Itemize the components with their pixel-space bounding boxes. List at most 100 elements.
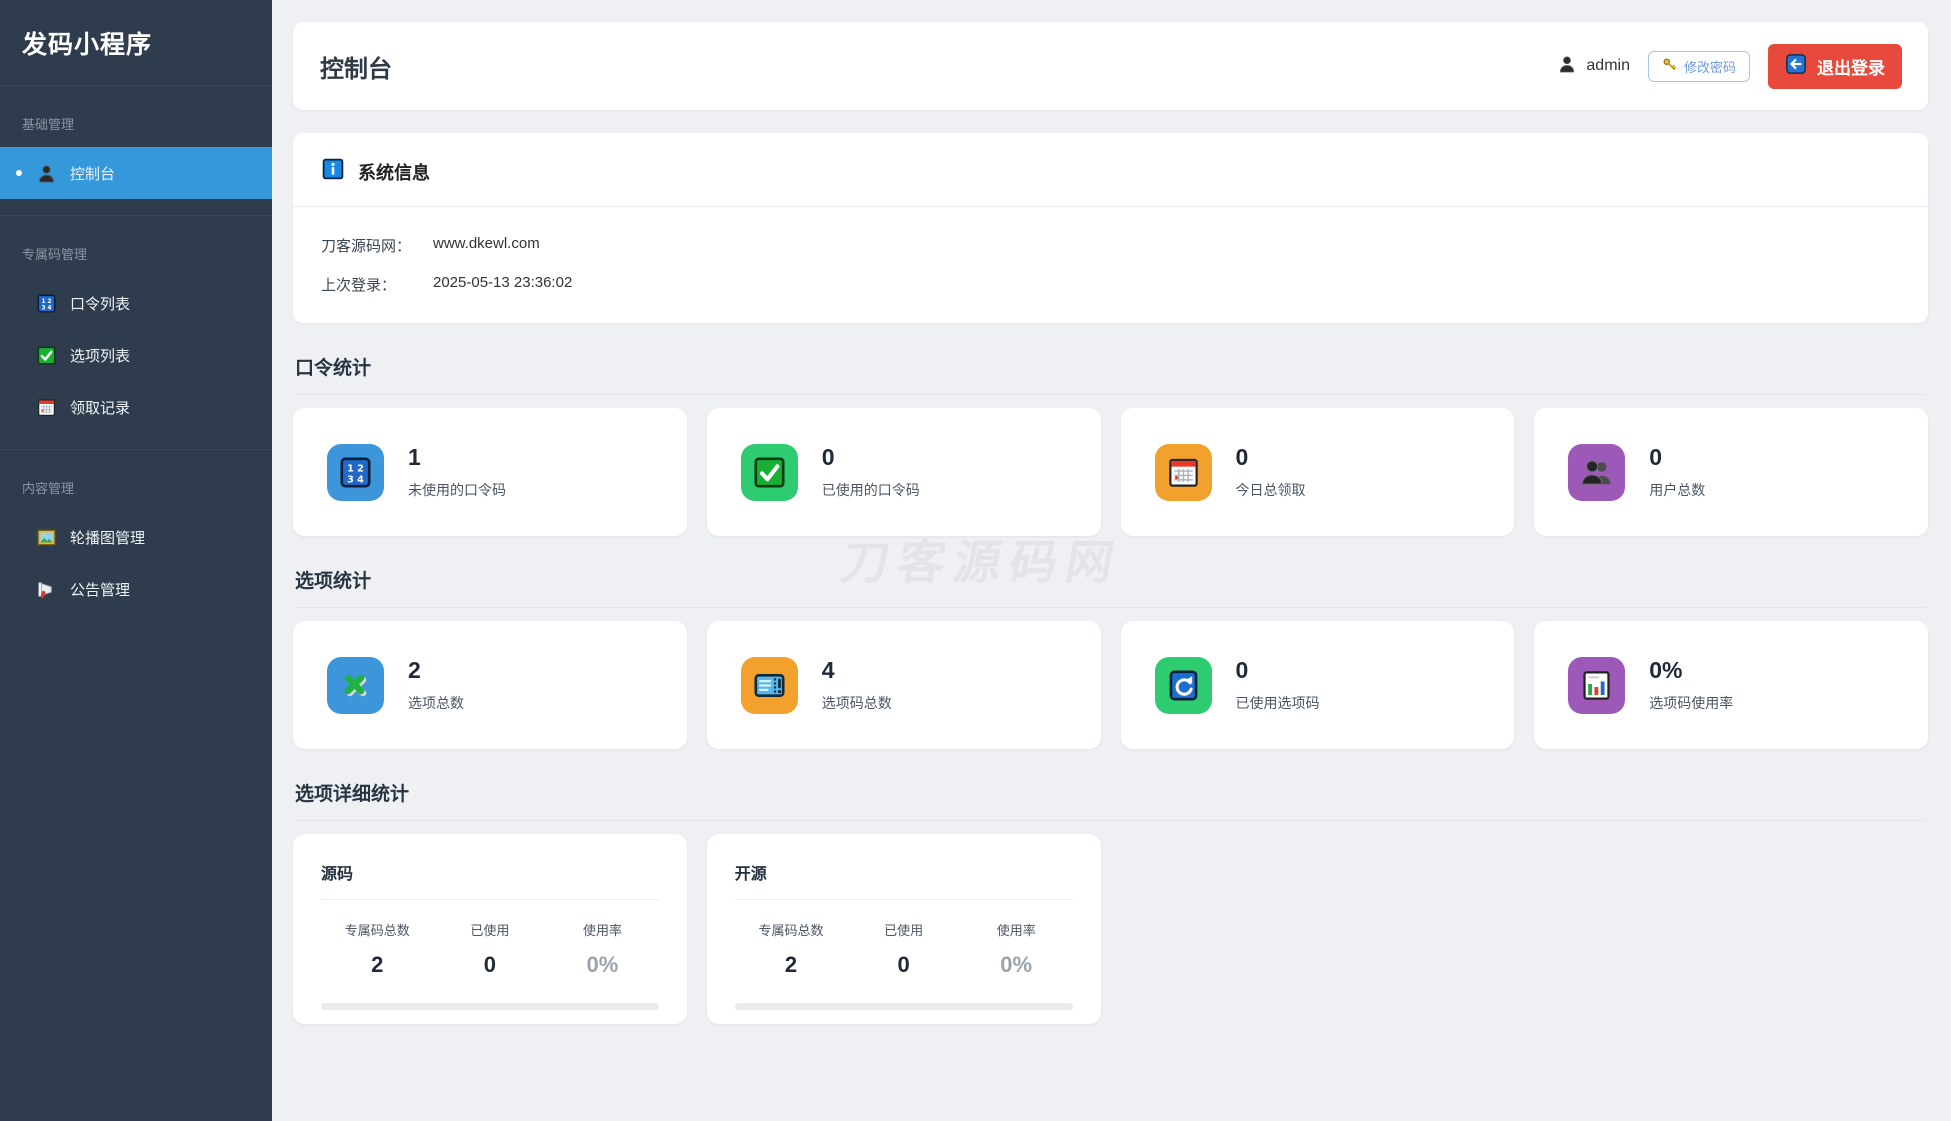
detail-col-total: 专属码总数 2	[321, 920, 434, 978]
sidebar-item-label: 公告管理	[70, 581, 131, 599]
sidebar-item-claim-records[interactable]: 领取记录	[0, 381, 272, 433]
app-title: 发码小程序	[0, 0, 272, 86]
stat-value: 4	[821, 657, 835, 683]
system-info-title: 系统信息	[358, 162, 430, 183]
nav-group-label: 内容管理	[22, 481, 75, 496]
detail-col-label: 已使用	[884, 923, 924, 938]
stat-card-used-option-codes: 0 已使用选项码	[1120, 621, 1515, 749]
username: admin	[1586, 57, 1630, 74]
stat-label: 已使用的口令码	[821, 482, 920, 498]
usage-progress-bar	[734, 1003, 1073, 1010]
stat-text: 1 未使用的口令码	[408, 444, 506, 500]
detail-col-label: 专属码总数	[344, 923, 410, 938]
change-password-button[interactable]: 修改密码	[1647, 50, 1750, 82]
sidebar-item-label: 口令列表	[70, 295, 131, 313]
stat-value: 0	[821, 444, 835, 470]
info-value: www.dkewl.com	[433, 235, 540, 252]
info-icon	[321, 157, 345, 186]
info-row-site: 刀客源码网： www.dkewl.com	[321, 235, 1900, 256]
detail-col-value: 0	[483, 952, 496, 977]
logout-button[interactable]: 退出登录	[1768, 43, 1902, 89]
calendar-icon	[36, 397, 57, 418]
nav-group-codes: 专属码管理 1 23 4 口令列表 选项列表 领取记录	[0, 216, 272, 450]
password-stats-grid: 1 23 4 1 未使用的口令码 0 已使用的口令码 0 今日总领取 0 用户总…	[293, 408, 1928, 536]
change-password-label: 修改密码	[1683, 59, 1736, 75]
sidebar-item-label: 控制台	[70, 165, 116, 183]
stat-card-used-codes: 0 已使用的口令码	[706, 408, 1101, 536]
header-actions: admin 修改密码 退出登录	[1557, 43, 1902, 89]
stat-card-option-usage-rate: 0% 选项码使用率	[1534, 621, 1928, 749]
stat-value: 0	[1235, 444, 1249, 470]
refresh-icon	[1154, 656, 1212, 714]
section-title-password-stats: 口令统计	[295, 353, 1926, 395]
input-numbers-icon: 1 23 4	[36, 293, 57, 314]
stat-card-unused-codes: 1 23 4 1 未使用的口令码	[293, 408, 687, 536]
stat-text: 0 已使用的口令码	[822, 444, 920, 500]
detail-columns: 专属码总数 2 已使用 0 使用率 0%	[735, 920, 1073, 978]
stat-text: 2 选项总数	[408, 657, 464, 713]
detail-col-value: 2	[784, 952, 798, 977]
nav-group-content: 内容管理 轮播图管理 公告管理	[0, 450, 272, 631]
stat-value: 1	[408, 444, 421, 470]
detail-col-value: 2	[371, 952, 384, 977]
stat-text: 0 已使用选项码	[1236, 657, 1320, 713]
main-content: 控制台 admin 修改密码 退出登录 系统信息 刀客源码网： www.dkew…	[272, 0, 1951, 1024]
stat-card-total-option-codes: 4 选项码总数	[706, 621, 1101, 749]
usage-progress-bar	[321, 1003, 659, 1010]
stat-label: 选项码使用率	[1649, 695, 1734, 711]
sidebar-item-console[interactable]: 控制台	[0, 147, 272, 199]
stat-label: 选项总数	[408, 695, 464, 711]
nav-group-label: 专属码管理	[22, 247, 88, 262]
sidebar-item-label: 轮播图管理	[70, 529, 146, 547]
detail-col-label: 已使用	[470, 923, 510, 938]
sidebar-item-carousel[interactable]: 轮播图管理	[0, 511, 272, 563]
cross-mark-icon	[327, 656, 384, 714]
stat-label: 已使用选项码	[1235, 695, 1320, 711]
info-label: 刀客源码网：	[321, 238, 412, 255]
busts-icon	[1568, 443, 1626, 501]
sidebar-item-announcements[interactable]: 公告管理	[0, 563, 272, 615]
detail-col-value: 0	[897, 952, 910, 977]
stat-card-total-options: 2 选项总数	[293, 621, 687, 749]
stat-label: 未使用的口令码	[408, 482, 506, 498]
sidebar: 发码小程序 基础管理 控制台 专属码管理 1 23 4 口令列表 选项列表 领取…	[0, 0, 272, 1121]
stat-value: 0	[1649, 444, 1663, 470]
detail-col-label: 使用率	[582, 923, 622, 938]
section-title-option-stats: 选项统计	[295, 566, 1926, 608]
info-value: 2025-05-13 23:36:02	[433, 274, 573, 291]
detail-card-open-source: 开源 专属码总数 2 已使用 0 使用率 0%	[706, 834, 1101, 1024]
check-mark-icon	[36, 345, 57, 366]
stat-label: 选项码总数	[821, 695, 892, 711]
left-arrow-icon	[1785, 53, 1807, 80]
option-details-grid: 源码 专属码总数 2 已使用 0 使用率 0% 开源 专属码总数 2 已使用 0…	[293, 834, 1928, 1024]
bar-chart-icon	[1568, 656, 1626, 714]
sidebar-item-label: 领取记录	[70, 399, 131, 417]
bust-icon	[36, 163, 57, 184]
sidebar-item-label: 选项列表	[70, 347, 131, 365]
stat-label: 用户总数	[1649, 482, 1706, 498]
stat-text: 0% 选项码使用率	[1649, 657, 1733, 713]
input-numbers-icon: 1 23 4	[327, 443, 384, 501]
megaphone-icon	[36, 579, 57, 600]
svg-text:3 4: 3 4	[41, 305, 51, 311]
ticket-icon	[740, 656, 798, 714]
svg-text:1 2: 1 2	[347, 463, 364, 474]
stat-label: 今日总领取	[1235, 482, 1306, 498]
system-info-card: 系统信息 刀客源码网： www.dkewl.com 上次登录： 2025-05-…	[293, 133, 1928, 323]
detail-columns: 专属码总数 2 已使用 0 使用率 0%	[321, 920, 659, 978]
sidebar-item-password-list[interactable]: 1 23 4 口令列表	[0, 277, 272, 329]
stat-card-today-claims: 0 今日总领取	[1120, 408, 1515, 536]
stat-card-total-users: 0 用户总数	[1534, 408, 1928, 536]
stat-text: 0 今日总领取	[1236, 444, 1306, 500]
stat-value: 2	[408, 657, 421, 683]
detail-col-label: 专属码总数	[758, 923, 824, 938]
system-info-header: 系统信息	[293, 133, 1928, 207]
detail-col-value: 0%	[1000, 952, 1033, 977]
detail-card-title: 开源	[734, 860, 1073, 900]
stat-text: 0 用户总数	[1649, 444, 1705, 500]
stat-value: 0%	[1649, 657, 1683, 683]
sidebar-item-option-list[interactable]: 选项列表	[0, 329, 272, 381]
framed-picture-icon	[36, 527, 57, 548]
svg-text:3 4: 3 4	[347, 474, 364, 485]
detail-card-source: 源码 专属码总数 2 已使用 0 使用率 0%	[293, 834, 687, 1024]
